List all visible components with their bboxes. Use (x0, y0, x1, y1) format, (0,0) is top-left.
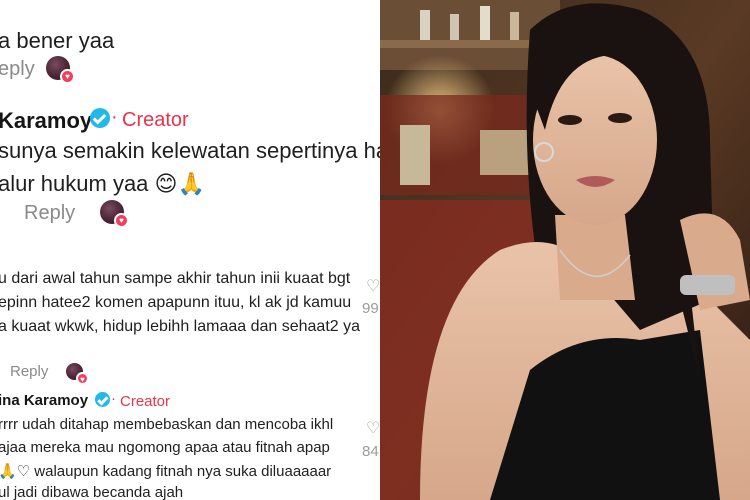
comment-text: ul jadi dibawa becanda ajah (0, 484, 184, 500)
separator-dot: · (111, 106, 118, 128)
photo (380, 0, 750, 500)
creator-label: Creator (122, 109, 189, 131)
portrait-photo (380, 0, 750, 500)
like-heart-icon[interactable]: ♡ (366, 276, 380, 296)
like-count: 84 (362, 443, 379, 460)
comment-text: a bener yaa (0, 28, 115, 53)
comment-text: epinn hatee2 komen apapunn ituu, kl ak j… (0, 294, 352, 311)
comment-text: alur hukum yaa 😊🙏 (0, 171, 205, 196)
reply-button[interactable]: Reply (10, 363, 48, 380)
heart-icon (76, 372, 89, 385)
creator-label: Creator (120, 393, 171, 410)
like-heart-icon[interactable]: ♡ (366, 418, 380, 438)
comment-text: sunya semakin kelewatan sepertinya har (0, 138, 380, 163)
verified-badge-icon (95, 392, 110, 407)
heart-icon (60, 69, 75, 84)
comment-text: a kuaat wkwk, hidup lebihh lamaaa dan se… (0, 318, 361, 335)
separator-dot: · (111, 390, 116, 407)
reply-button[interactable]: Reply (24, 202, 75, 225)
comment-author: ina Karamoy (0, 392, 89, 409)
verified-badge-icon (90, 108, 110, 128)
heart-icon (114, 213, 129, 228)
comment-text: ajaa mereka mau ngomong apaa atau fitnah… (0, 439, 330, 456)
comment-text: rrrr udah ditahap membebaskan dan mencob… (0, 416, 334, 433)
like-count: 99 (362, 300, 379, 317)
reply-button[interactable]: eply (0, 58, 35, 81)
comment-text: u dari awal tahun sampe akhir tahun inii… (0, 270, 351, 287)
comments-screenshot: a bener yaa eply Karamoy · Creator sunya… (0, 0, 380, 500)
comment-author: Karamoy (0, 108, 93, 133)
comment-text: 🙏♡ walaupun kadang fitnah nya suka dilua… (0, 463, 332, 480)
